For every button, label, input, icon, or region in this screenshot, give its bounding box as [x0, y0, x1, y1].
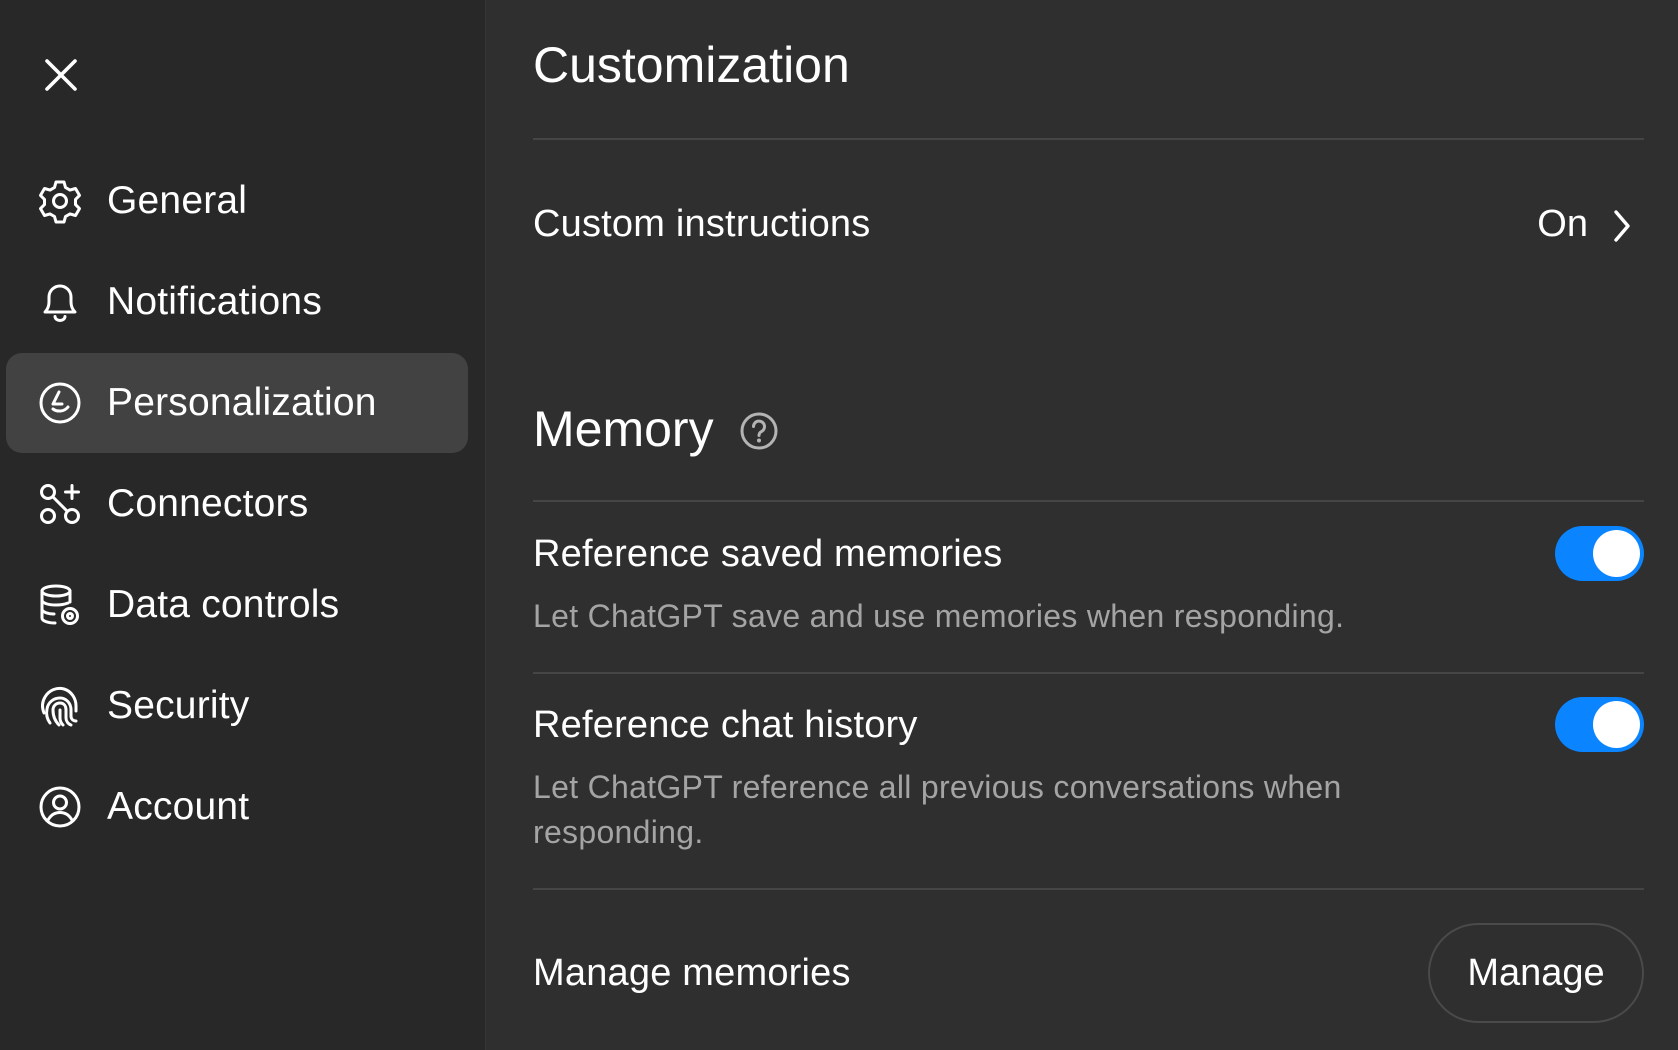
- sidebar-item-label: Account: [107, 785, 250, 828]
- sidebar-item-general[interactable]: General: [6, 151, 468, 251]
- sidebar-item-account[interactable]: Account: [6, 757, 468, 857]
- user-circle-icon: [37, 784, 83, 830]
- settings-content: Customization Custom instructions On Mem…: [533, 0, 1644, 1050]
- sidebar-item-data-controls[interactable]: Data controls: [6, 555, 468, 655]
- close-icon[interactable]: [43, 57, 79, 93]
- saved-memories-title: Reference saved memories: [533, 533, 1003, 575]
- divider: [533, 138, 1644, 140]
- sidebar-item-label: Security: [107, 684, 250, 727]
- toggle-knob: [1593, 701, 1640, 748]
- sidebar-item-notifications[interactable]: Notifications: [6, 252, 468, 352]
- connectors-icon: [37, 481, 83, 527]
- memory-section-title: Memory: [533, 401, 714, 457]
- custom-instructions-row[interactable]: Custom instructions On: [533, 185, 1644, 271]
- saved-memories-description: Let ChatGPT save and use memories when r…: [533, 598, 1345, 634]
- fingerprint-icon: [37, 683, 83, 729]
- custom-instructions-value: On: [1537, 203, 1588, 245]
- divider: [533, 500, 1644, 502]
- chat-history-description: Let ChatGPT reference all previous conve…: [533, 769, 1342, 850]
- settings-window: General Notifications Personalization Co…: [0, 0, 1678, 1050]
- close-button[interactable]: [38, 52, 84, 98]
- chevron-right-icon: [1604, 203, 1640, 249]
- sidebar-item-connectors[interactable]: Connectors: [6, 454, 468, 554]
- page-title: Customization: [533, 37, 850, 93]
- custom-instructions-label: Custom instructions: [533, 203, 871, 245]
- sidebar-item-label: General: [107, 179, 248, 222]
- manage-memories-label: Manage memories: [533, 952, 851, 994]
- sidebar-item-label: Notifications: [107, 280, 323, 323]
- sidebar-item-label: Data controls: [107, 583, 340, 626]
- sidebar-item-personalization[interactable]: Personalization: [6, 353, 468, 453]
- settings-sidebar: General Notifications Personalization Co…: [0, 0, 486, 1050]
- saved-memories-toggle[interactable]: [1555, 526, 1644, 581]
- sidebar-item-label: Connectors: [107, 482, 309, 525]
- gear-icon: [37, 178, 83, 224]
- manage-memories-button[interactable]: Manage: [1428, 923, 1644, 1023]
- sidebar-item-label: Personalization: [107, 381, 377, 424]
- chat-history-title: Reference chat history: [533, 704, 918, 746]
- database-gear-icon: [37, 582, 83, 628]
- personalization-icon: [37, 380, 83, 426]
- divider: [533, 888, 1644, 890]
- sidebar-item-security[interactable]: Security: [6, 656, 468, 756]
- chat-history-toggle[interactable]: [1555, 697, 1644, 752]
- divider: [533, 672, 1644, 674]
- bell-icon: [37, 279, 83, 325]
- settings-nav: General Notifications Personalization Co…: [6, 151, 468, 858]
- help-circle-icon[interactable]: [738, 410, 780, 452]
- toggle-knob: [1593, 530, 1640, 577]
